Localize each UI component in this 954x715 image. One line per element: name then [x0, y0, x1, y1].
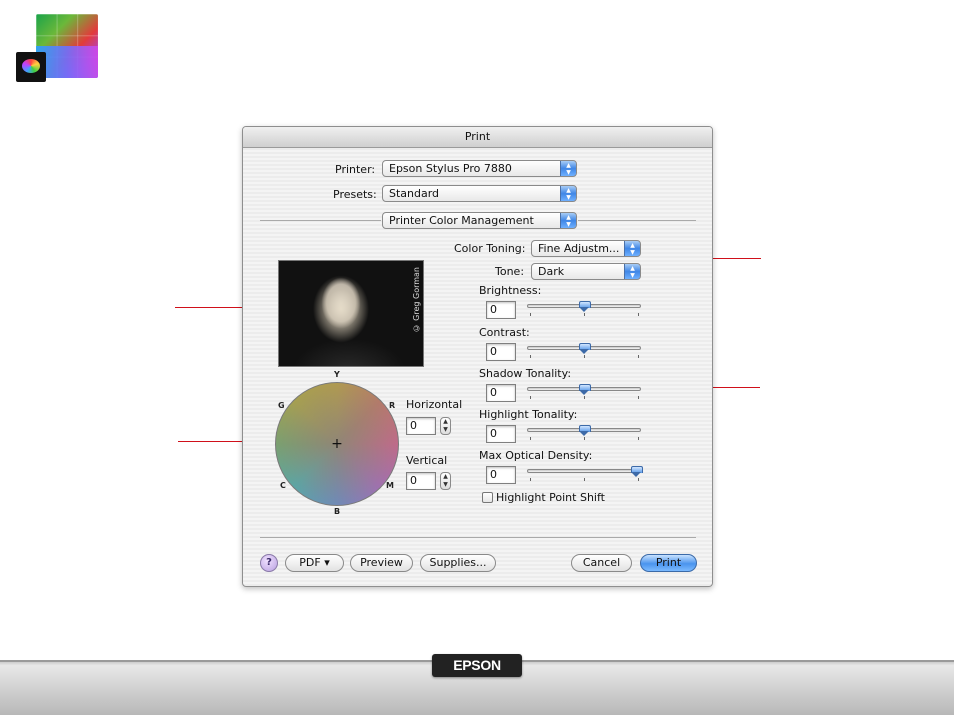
slider-tick — [530, 437, 531, 440]
panel-separator-right — [578, 220, 696, 221]
wheel-label-y: Y — [334, 370, 340, 379]
slider-tick — [638, 478, 639, 481]
slider-tick — [584, 478, 585, 481]
slider-tick — [584, 396, 585, 399]
horizontal-label: Horizontal — [406, 398, 463, 411]
photo-credit: © Greg Gorman — [412, 267, 421, 333]
color-badge-icon — [16, 52, 46, 82]
slider-knob[interactable] — [579, 301, 591, 312]
presets-label: Presets: — [333, 188, 377, 201]
slider-tick — [638, 313, 639, 316]
tone-label: Tone: — [495, 265, 525, 278]
slider-label: Max Optical Density: — [479, 449, 593, 462]
slider-value-field[interactable]: 0 — [486, 425, 516, 443]
wheel-label-b: B — [334, 507, 341, 516]
slider-tick — [530, 313, 531, 316]
slider-knob[interactable] — [579, 343, 591, 354]
highlight-point-shift-label: Highlight Point Shift — [496, 491, 605, 504]
slider-tick — [530, 478, 531, 481]
popup-arrows-icon: ▲ ▼ — [560, 213, 576, 228]
slider-tick — [530, 355, 531, 358]
panel-popup[interactable]: Printer Color Management ▲ ▼ — [382, 212, 577, 229]
slider-knob[interactable] — [631, 466, 643, 477]
vertical-stepper-icon[interactable]: ▲ ▼ — [440, 472, 451, 490]
popup-arrows-icon: ▲ ▼ — [560, 161, 576, 176]
preview-button[interactable]: Preview — [350, 554, 413, 572]
print-button[interactable]: Print — [640, 554, 697, 572]
print-dialog: Print Printer: Epson Stylus Pro 7880 ▲ ▼ … — [242, 126, 713, 587]
vertical-field[interactable]: 0 — [406, 472, 436, 490]
popup-arrows-icon: ▲ ▼ — [624, 264, 640, 279]
slider-knob[interactable] — [579, 425, 591, 436]
slider-tick — [584, 313, 585, 316]
slider-label: Contrast: — [479, 326, 530, 339]
presets-popup[interactable]: Standard ▲ ▼ — [382, 185, 577, 202]
slider-value-field[interactable]: 0 — [486, 301, 516, 319]
wheel-label-m: M — [386, 481, 394, 490]
supplies-button[interactable]: Supplies... — [420, 554, 496, 572]
horizontal-stepper-icon[interactable]: ▲ ▼ — [440, 417, 451, 435]
pdf-button[interactable]: PDF ▾ — [285, 554, 344, 572]
vertical-label: Vertical — [406, 454, 448, 467]
tone-popup-value: Dark — [538, 265, 565, 278]
help-icon[interactable]: ? — [260, 554, 278, 572]
preview-photo: © Greg Gorman — [278, 260, 424, 367]
wheel-label-c: C — [280, 481, 286, 490]
panel-separator-left — [260, 220, 381, 221]
slider-label: Highlight Tonality: — [479, 408, 578, 421]
panel-popup-value: Printer Color Management — [389, 214, 534, 227]
slider-tick — [638, 355, 639, 358]
app-logo-icon — [16, 14, 102, 84]
wheel-label-g: G — [278, 401, 285, 410]
printer-label: Printer: — [335, 163, 376, 176]
slider-tick — [584, 437, 585, 440]
printer-popup-value: Epson Stylus Pro 7880 — [389, 162, 512, 175]
slider-value-field[interactable]: 0 — [486, 384, 516, 402]
popup-arrows-icon: ▲ ▼ — [624, 241, 640, 256]
bottom-separator — [260, 537, 696, 538]
highlight-point-shift-checkbox[interactable] — [482, 492, 493, 503]
cancel-button[interactable]: Cancel — [571, 554, 632, 572]
color-toning-popup[interactable]: Fine Adjustm... ▲ ▼ — [531, 240, 641, 257]
horizontal-field[interactable]: 0 — [406, 417, 436, 435]
slider-knob[interactable] — [579, 384, 591, 395]
slider-label: Shadow Tonality: — [479, 367, 572, 380]
crosshair-icon[interactable]: + — [330, 437, 344, 451]
slider-value-field[interactable]: 0 — [486, 466, 516, 484]
slider-label: Brightness: — [479, 284, 542, 297]
color-toning-popup-value: Fine Adjustm... — [538, 242, 620, 255]
tone-popup[interactable]: Dark ▲ ▼ — [531, 263, 641, 280]
slider-value-field[interactable]: 0 — [486, 343, 516, 361]
dialog-title: Print — [243, 127, 712, 148]
slider-tick — [638, 437, 639, 440]
wheel-label-r: R — [389, 401, 396, 410]
brand-logo: EPSON — [432, 654, 522, 677]
color-toning-label: Color Toning: — [454, 242, 526, 255]
slider-track[interactable] — [527, 469, 641, 473]
printer-popup[interactable]: Epson Stylus Pro 7880 ▲ ▼ — [382, 160, 577, 177]
popup-arrows-icon: ▲ ▼ — [560, 186, 576, 201]
presets-popup-value: Standard — [389, 187, 440, 200]
color-wheel[interactable]: + — [275, 382, 399, 506]
slider-tick — [530, 396, 531, 399]
slider-tick — [638, 396, 639, 399]
slider-tick — [584, 355, 585, 358]
